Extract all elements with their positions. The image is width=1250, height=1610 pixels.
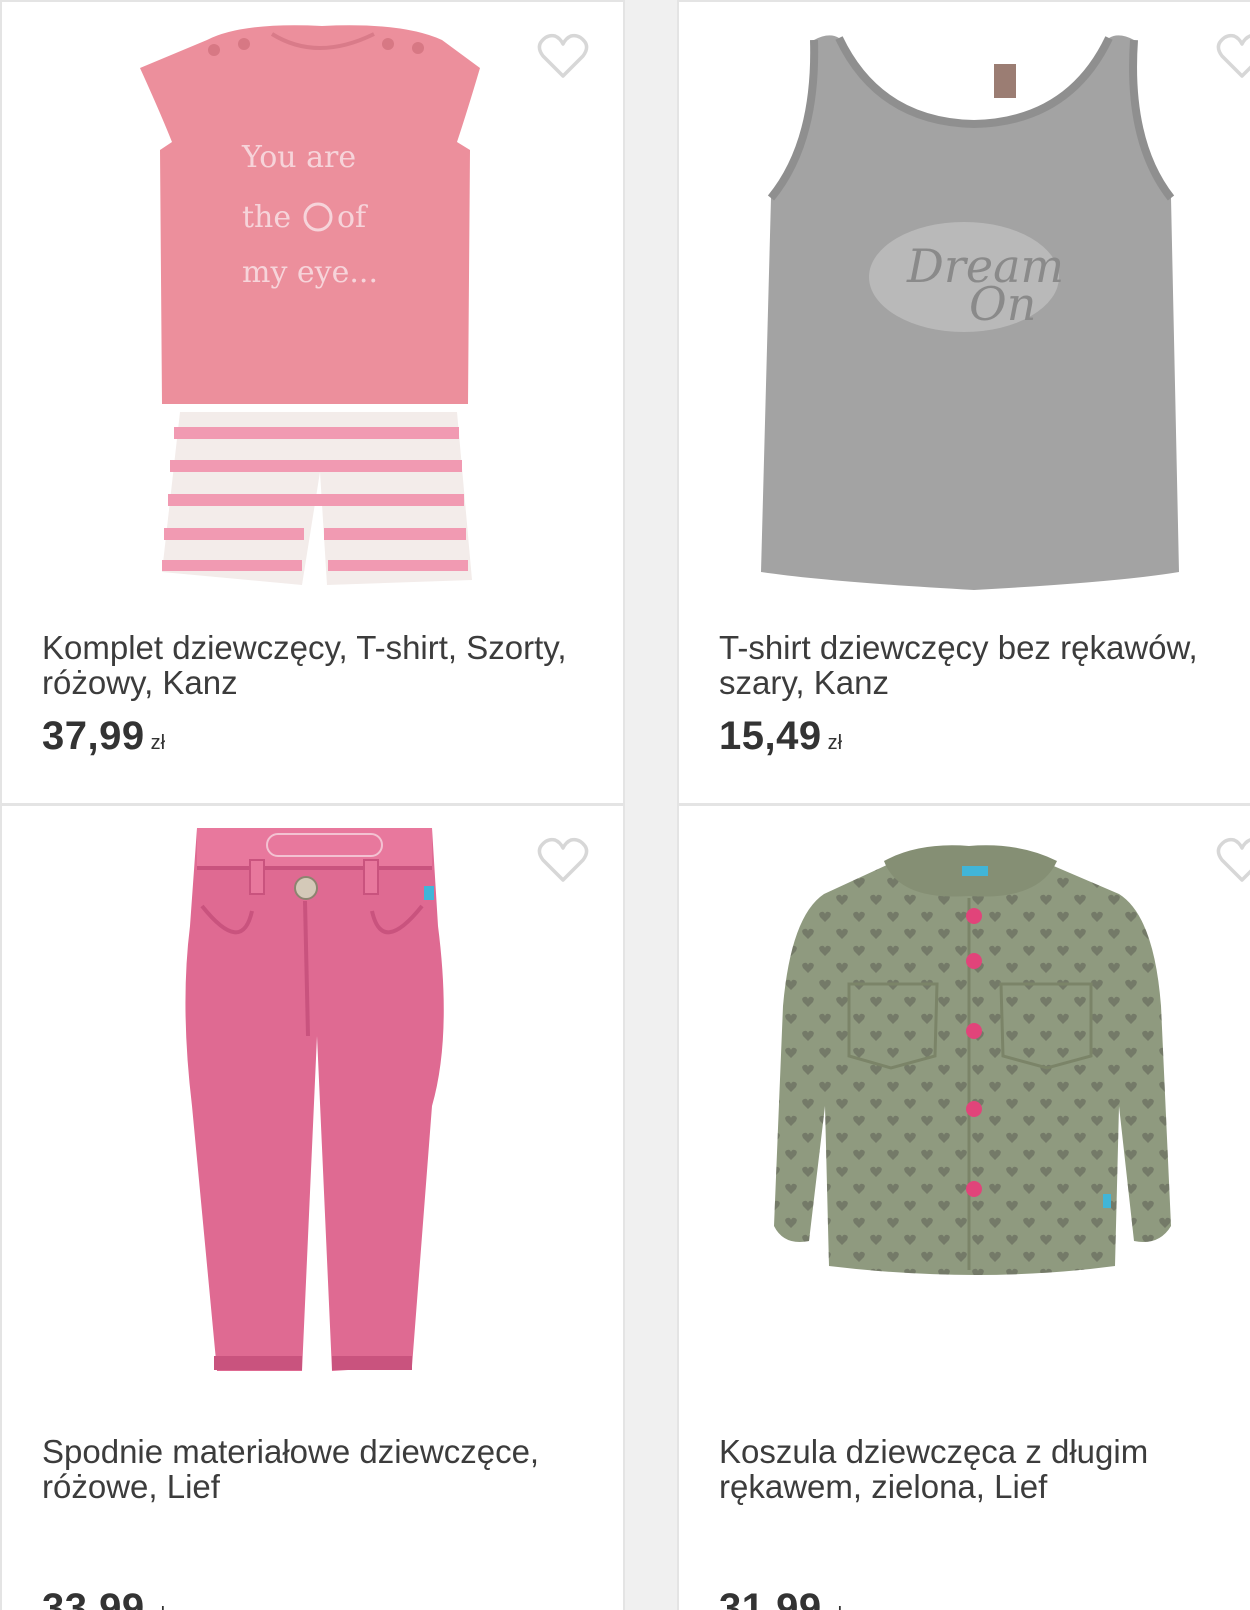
- favorite-heart-icon[interactable]: [1216, 836, 1250, 884]
- print-text-line-2: the: [242, 200, 291, 235]
- product-title[interactable]: T-shirt dziewczęcy bez rękawów, szary, K…: [719, 630, 1250, 700]
- price-currency: zł: [151, 1604, 165, 1610]
- product-card[interactable]: Spodnie materiałowe dziewczęce, różowe, …: [0, 804, 625, 1610]
- favorite-heart-icon[interactable]: [1216, 32, 1250, 80]
- price-currency: zł: [827, 732, 843, 754]
- price-amount: 33,99: [42, 1586, 145, 1610]
- product-image-green-shirt[interactable]: [679, 806, 1250, 1416]
- price-currency: zł: [828, 1604, 842, 1610]
- print-text-line-4: my eye...: [242, 255, 378, 290]
- product-card[interactable]: You are the of my eye... Komplet dziewcz…: [0, 0, 625, 805]
- product-price: 15,49 zł: [719, 714, 842, 759]
- product-title[interactable]: Spodnie materiałowe dziewczęce, różowe, …: [42, 1434, 587, 1504]
- product-grid: You are the of my eye... Komplet dziewcz…: [0, 0, 1250, 1610]
- product-card[interactable]: Koszula dziewczęca z długim rękawem, zie…: [677, 804, 1250, 1610]
- product-image-pink-pants[interactable]: [2, 806, 623, 1416]
- product-price: 31,99 zł: [719, 1586, 842, 1610]
- price-amount: 31,99: [719, 1586, 822, 1610]
- product-price: 33,99 zł: [42, 1586, 165, 1610]
- product-title[interactable]: Komplet dziewczęcy, T-shirt, Szorty, róż…: [42, 630, 587, 700]
- print-text-line-3: of: [337, 200, 368, 235]
- favorite-heart-icon[interactable]: [537, 836, 589, 884]
- product-price: 37,99 zł: [42, 714, 165, 759]
- product-image-sleeveless-tshirt[interactable]: Dream On: [679, 2, 1250, 612]
- price-currency: zł: [150, 732, 166, 754]
- favorite-heart-icon[interactable]: [537, 32, 589, 80]
- print-text-line-2: On: [969, 277, 1036, 331]
- print-text-line-1: You are: [241, 140, 356, 175]
- price-amount: 37,99: [42, 714, 145, 758]
- product-title[interactable]: Koszula dziewczęca z długim rękawem, zie…: [719, 1434, 1250, 1504]
- price-amount: 15,49: [719, 714, 822, 758]
- product-card[interactable]: Dream On T-shirt dziewczęcy bez rękawów,…: [677, 0, 1250, 805]
- product-image-outfit-set[interactable]: You are the of my eye...: [2, 2, 623, 612]
